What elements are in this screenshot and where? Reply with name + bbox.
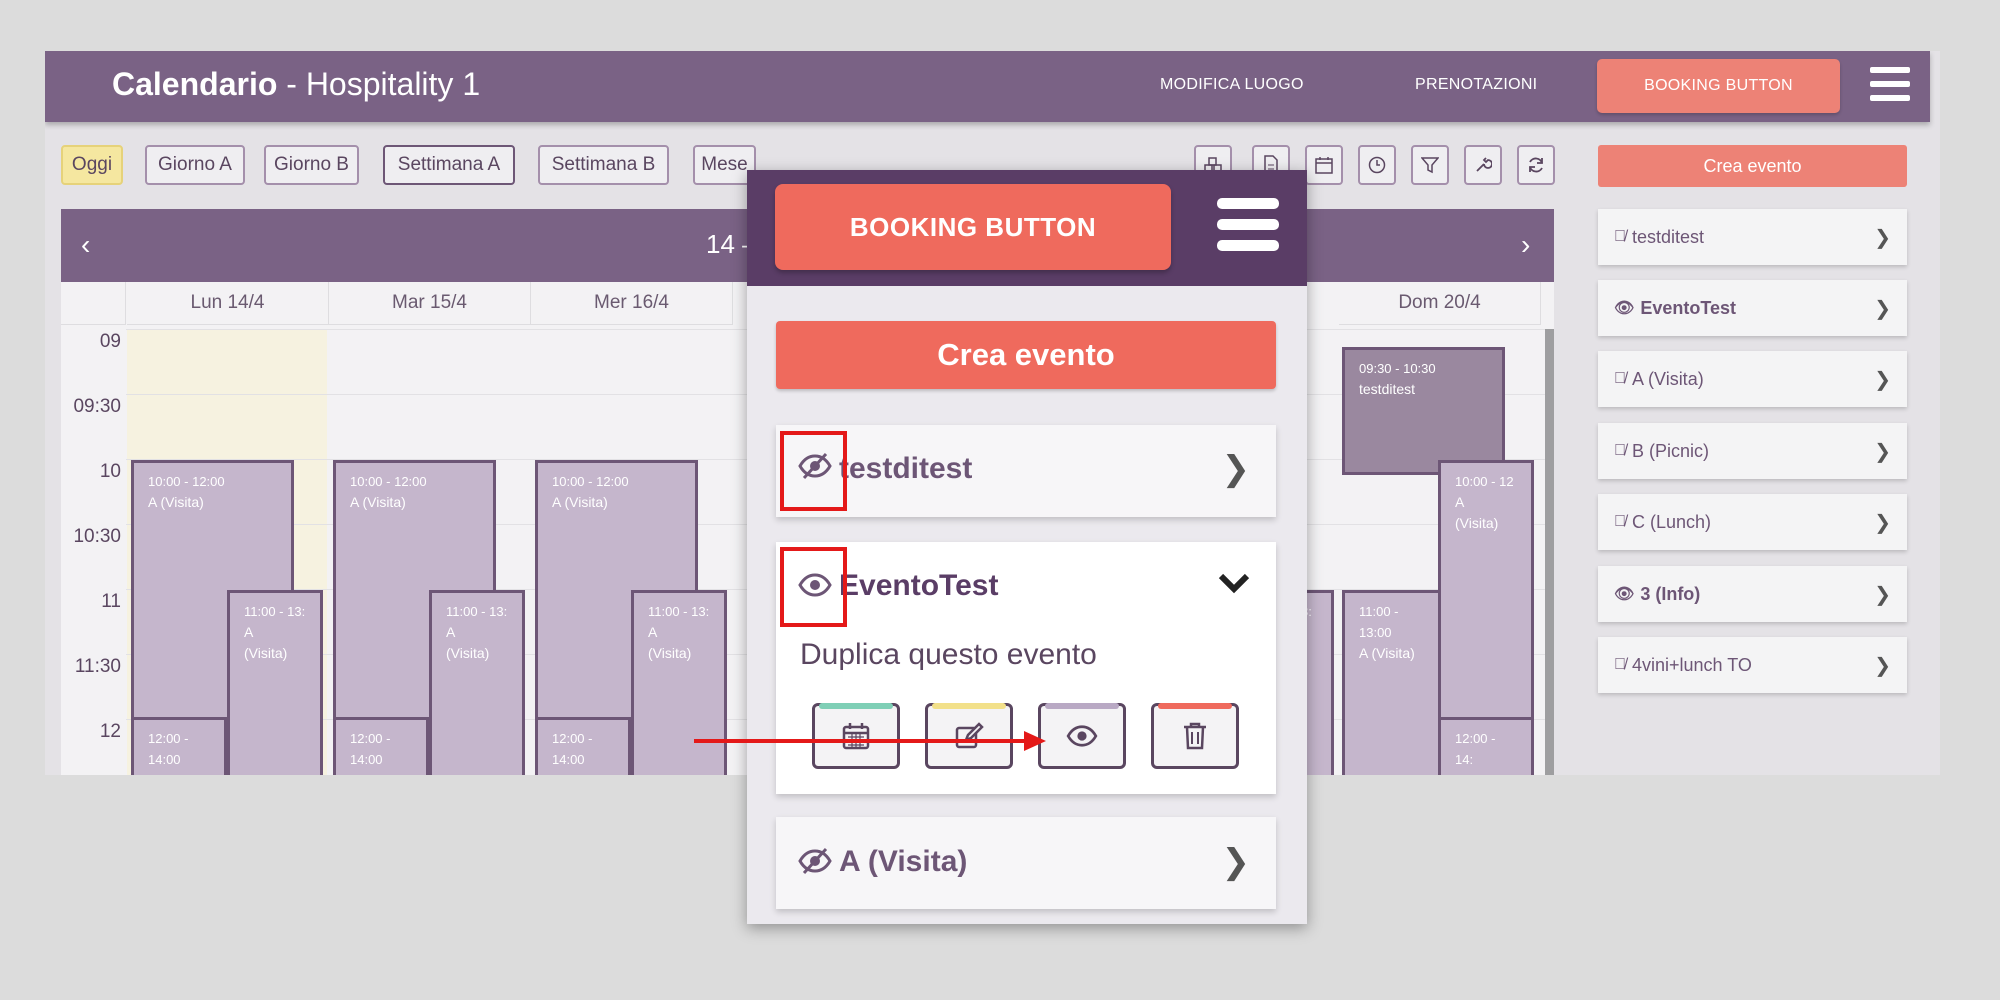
day-header: Dom 20/4 <box>1339 282 1541 325</box>
event-item-a-visita[interactable]: A (Visita) ❯ <box>776 817 1276 909</box>
chevron-right-icon[interactable]: ❯ <box>1222 842 1251 882</box>
time-label: 10:30 <box>73 526 121 547</box>
wrench-icon[interactable] <box>1464 145 1502 185</box>
eye-slash-icon: 👁̸ <box>1614 656 1626 673</box>
event-list-item[interactable]: 👁̸ B (Picnic) ❯ <box>1598 423 1907 479</box>
annotation-highlight-box <box>780 431 847 511</box>
chevron-right-icon: ❯ <box>1874 441 1891 463</box>
calendar-event[interactable]: 11:00 - 13: A (Visita) <box>227 590 323 775</box>
event-list-item[interactable]: 👁 3 (Info) ❯ <box>1598 566 1907 622</box>
crea-evento-button[interactable]: Crea evento <box>1598 145 1907 187</box>
event-item-label: EventoTest <box>839 569 999 602</box>
event-list-item[interactable]: 👁̸ C (Lunch) ❯ <box>1598 494 1907 550</box>
event-list-item[interactable]: 👁̸ A (Visita) ❯ <box>1598 351 1907 407</box>
hamburger-icon[interactable] <box>1870 67 1910 101</box>
event-item-label: A (Visita) <box>839 845 968 878</box>
crea-evento-button[interactable]: Crea evento <box>776 321 1276 389</box>
time-label: 09 <box>99 331 121 352</box>
view-giorno-b-button[interactable]: Giorno B <box>264 145 359 185</box>
chevron-right-icon[interactable]: › <box>1521 229 1530 261</box>
day-header: Mer 16/4 <box>531 282 733 325</box>
calendar-icon[interactable] <box>1305 145 1343 185</box>
page-title: Calendario - Hospitality 1 <box>112 66 481 102</box>
calendar-event[interactable]: 12:00 - 14:A <box>1438 717 1534 775</box>
time-label: 12 <box>99 721 121 742</box>
eye-slash-icon: 👁̸ <box>1614 442 1626 459</box>
time-label: 11:30 <box>74 656 121 677</box>
event-item-testditest[interactable]: testditest ❯ <box>776 425 1276 517</box>
chevron-right-icon: ❯ <box>1874 512 1891 534</box>
chevron-right-icon: ❯ <box>1874 584 1891 606</box>
eye-slash-icon: 👁̸ <box>1614 513 1626 530</box>
scrollbar[interactable] <box>1545 329 1554 775</box>
calendar-event[interactable]: 09:30 - 10:30 testditest <box>1342 347 1505 475</box>
delete-action-button[interactable] <box>1151 703 1239 769</box>
event-list-item[interactable]: 👁̸ testditest ❯ <box>1598 209 1907 265</box>
eye-icon <box>1066 725 1098 747</box>
day-header: Mar 15/4 <box>329 282 531 325</box>
eye-slash-icon: 👁̸ <box>1614 370 1626 387</box>
chevron-right-icon: ❯ <box>1874 298 1891 320</box>
trash-icon <box>1184 722 1206 750</box>
booking-button[interactable]: BOOKING BUTTON <box>775 184 1171 270</box>
chevron-down-icon[interactable] <box>1218 564 1250 603</box>
annotation-arrow <box>694 731 1046 751</box>
calendar-event[interactable]: 12:00 - 14:00A (Visita) <box>535 717 631 775</box>
event-item-eventotest-expanded[interactable]: EventoTest Duplica questo evento <box>776 542 1276 794</box>
calendar-event[interactable]: 11:00 - 13: A (Visita) <box>429 590 525 775</box>
chevron-right-icon: ❯ <box>1874 227 1891 249</box>
calendar-event[interactable]: 11:00 - 13:00 A (Visita) <box>1342 590 1442 775</box>
time-label: 10 <box>99 461 121 482</box>
calendar-event[interactable]: 10:00 - 12 A (Visita) <box>1438 460 1534 720</box>
day-header: Lun 14/4 <box>127 282 329 325</box>
hamburger-icon[interactable] <box>1217 198 1279 252</box>
chevron-right-icon: ❯ <box>1874 369 1891 391</box>
calendar-event[interactable]: 12:00 - 14:00A (Visita) <box>131 717 227 775</box>
chevron-right-icon[interactable]: ❯ <box>1222 449 1251 489</box>
nav-prenotazioni[interactable]: PRENOTAZIONI <box>1415 76 1537 94</box>
chevron-left-icon[interactable]: ‹ <box>81 229 90 261</box>
event-list-item[interactable]: 👁̸ 4vini+lunch TO ❯ <box>1598 637 1907 693</box>
booking-button[interactable]: BOOKING BUTTON <box>1597 59 1840 113</box>
time-label: 11 <box>101 591 121 612</box>
app-header: Calendario - Hospitality 1 MODIFICA LUOG… <box>45 51 1930 122</box>
clock-icon[interactable] <box>1358 145 1396 185</box>
eye-slash-icon[interactable] <box>798 846 832 884</box>
time-label: 09:30 <box>73 396 121 417</box>
eye-slash-icon: 👁̸ <box>1614 228 1626 245</box>
event-list-item[interactable]: 👁 EventoTest ❯ <box>1598 280 1907 336</box>
annotation-highlight-box <box>780 547 847 627</box>
view-oggi-button[interactable]: Oggi <box>61 145 123 185</box>
refresh-icon[interactable] <box>1517 145 1555 185</box>
filter-icon[interactable] <box>1411 145 1449 185</box>
duplica-evento-link[interactable]: Duplica questo evento <box>800 638 1097 672</box>
calendar-event[interactable]: 12:00 - 14:00A (Visita) <box>333 717 429 775</box>
panel-header: BOOKING BUTTON <box>747 170 1307 286</box>
view-settimana-a-button[interactable]: Settimana A <box>383 145 515 185</box>
view-settimana-b-button[interactable]: Settimana B <box>538 145 669 185</box>
chevron-right-icon: ❯ <box>1874 655 1891 677</box>
event-item-label: testditest <box>839 452 973 485</box>
eye-icon: 👁 <box>1614 300 1635 317</box>
nav-modifica-luogo[interactable]: MODIFICA LUOGO <box>1160 76 1304 94</box>
view-giorno-a-button[interactable]: Giorno A <box>145 145 245 185</box>
eye-icon: 👁 <box>1614 586 1635 603</box>
